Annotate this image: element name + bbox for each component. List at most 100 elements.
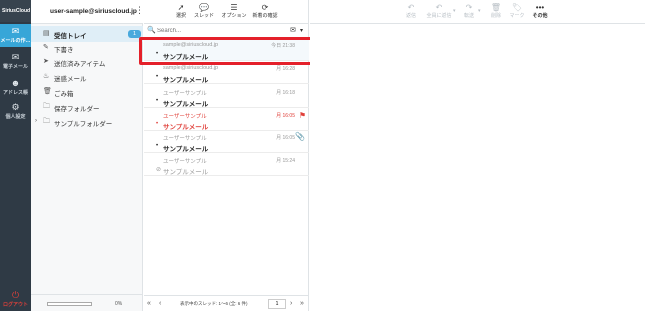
nav-item-contacts[interactable]: ☻ アドレス帳 <box>0 76 31 99</box>
contacts-icon: ☻ <box>10 78 21 88</box>
replied-icon: ⊘ <box>156 167 162 173</box>
power-icon: ⏻ <box>11 290 20 300</box>
message-from: ユーザーサンプル <box>163 114 207 120</box>
search-input[interactable] <box>157 26 257 36</box>
last-page-icon[interactable]: » <box>300 300 304 307</box>
reply-all-icon: ↶ <box>435 3 443 12</box>
thread-icon: 💬 <box>199 3 209 12</box>
folder-label: 保存フォルダー <box>54 106 100 113</box>
message-date: 月 15:24 <box>276 158 295 164</box>
nav-label: 個人設定 <box>5 114 26 120</box>
chevron-down-icon[interactable]: ▾ <box>478 8 481 14</box>
list-toolbar: ➚ 選択 💬 スレッド ☰ オプション ⟳ 新着の確認 <box>144 0 309 24</box>
folder-label: 下書き <box>54 47 74 54</box>
chevron-right-icon[interactable]: › <box>35 118 37 124</box>
folder-archive[interactable]: 🗀 保存フォルダー <box>31 99 143 115</box>
prev-page-icon[interactable]: ‹ <box>159 300 161 307</box>
folder-label: 送信済みアイテム <box>54 61 106 68</box>
page-number-input[interactable] <box>268 299 286 309</box>
nav-rail: SiriusCloud ✉ メールの作… ✉ 電子メール ☻ アドレス帳 ⚙ 個… <box>0 0 31 311</box>
select-button[interactable]: ➚ 選択 <box>174 3 188 20</box>
message-date: 月 16:28 <box>276 66 295 72</box>
mark-button[interactable]: 🏷 マーク <box>509 3 525 20</box>
envelope-icon: ✉ <box>11 26 20 36</box>
quota-bar <box>47 302 92 306</box>
options-button[interactable]: ☰ オプション <box>219 3 249 20</box>
delete-button[interactable]: 🗑 削除 <box>488 3 504 20</box>
message-from: sample@siriuscloud.jp <box>163 42 219 48</box>
message-row[interactable]: ユーザーサンプル 月 16:05 ⚑ • サンプルメール <box>144 109 309 131</box>
toolbar-label: 削除 <box>490 13 501 19</box>
search-icon: 🔍 <box>147 27 156 34</box>
message-subject: サンプルメール <box>163 146 209 153</box>
quota-indicator: 0% <box>31 294 143 311</box>
kebab-icon[interactable]: ⋮ <box>135 6 144 15</box>
app-logo: SiriusCloud <box>0 0 31 22</box>
options-icon: ☰ <box>230 3 238 12</box>
toolbar-label: 新着の確認 <box>252 13 278 19</box>
first-page-icon[interactable]: « <box>147 300 151 307</box>
message-from: ユーザーサンプル <box>163 136 207 142</box>
quota-percent: 0% <box>115 301 123 307</box>
toolbar-label: 転送 <box>463 13 474 19</box>
nav-item-compose[interactable]: ✉ メールの作… <box>0 24 31 47</box>
cursor-icon: ➚ <box>177 3 185 12</box>
toolbar-label: マーク <box>509 13 525 19</box>
message-row[interactable]: ユーザーサンプル 月 16:05 📎 • サンプルメール <box>144 131 309 153</box>
pagination-bar: « ‹ 表示中のスレッド: 1～6 (全: 6 件) › » <box>144 295 309 311</box>
reply-button[interactable]: ↶ 返信 <box>403 3 419 20</box>
chevron-down-icon[interactable]: ▾ <box>300 27 303 34</box>
message-row[interactable]: ユーザーサンプル 月 15:24 ⊘ サンプルメール <box>144 154 309 176</box>
message-toolbar: ↶ 返信 ↶ 全員に返信 ▾ ↷ 転送 ▾ 🗑 削除 🏷 マーク ••• その他 <box>310 0 645 24</box>
folder-junk[interactable]: ♨ 迷惑メール <box>31 69 143 85</box>
account-email: user-sample@siriuscloud.jp <box>50 8 137 15</box>
unread-dot-icon: • <box>156 121 159 127</box>
chevron-down-icon[interactable]: ▾ <box>453 8 456 14</box>
thread-button[interactable]: 💬 スレッド <box>192 3 216 20</box>
message-row[interactable]: sample@siriuscloud.jp 月 16:28 • サンプルメール <box>144 62 309 84</box>
toolbar-label: 全員に返信 <box>426 13 452 19</box>
forward-icon: ↷ <box>465 3 473 12</box>
message-subject: サンプルメール <box>163 54 209 61</box>
more-button[interactable]: ••• その他 <box>530 3 550 20</box>
forward-button[interactable]: ↷ 転送 <box>461 3 477 20</box>
folder-trash[interactable]: 🗑 ごみ箱 <box>31 84 143 100</box>
message-from: ユーザーサンプル <box>163 159 207 165</box>
toolbar-label: オプション <box>221 13 247 19</box>
next-page-icon[interactable]: › <box>290 300 292 307</box>
envelope-filter-icon[interactable]: ✉ <box>290 26 296 34</box>
nav-item-settings[interactable]: ⚙ 個人設定 <box>0 100 31 123</box>
fire-icon: ♨ <box>43 73 50 80</box>
folder-sample[interactable]: › 🗀 サンプルフォルダー <box>31 114 143 130</box>
more-icon: ••• <box>535 3 545 12</box>
folder-label: 受信トレイ <box>54 33 87 40</box>
preview-pane: ↶ 返信 ↶ 全員に返信 ▾ ↷ 転送 ▾ 🗑 削除 🏷 マーク ••• その他 <box>310 0 645 311</box>
nav-label: メールの作… <box>0 38 31 44</box>
reply-icon: ↶ <box>407 3 415 12</box>
folder-icon: 🗀 <box>43 103 50 110</box>
trash-icon: 🗑 <box>43 88 52 95</box>
pagination-text: 表示中のスレッド: 1～6 (全: 6 件) <box>180 301 248 306</box>
folder-label: ごみ箱 <box>54 91 74 98</box>
flag-icon[interactable]: ⚑ <box>299 111 306 120</box>
message-from: ユーザーサンプル <box>163 91 207 97</box>
folder-sent[interactable]: ➤ 送信済みアイテム <box>31 54 143 70</box>
message-row[interactable]: ユーザーサンプル 月 16:18 • サンプルメール <box>144 86 309 108</box>
message-date: 月 16:05 <box>276 113 295 119</box>
tag-icon: 🏷 <box>511 3 523 12</box>
folder-label: 迷惑メール <box>54 76 87 83</box>
message-row[interactable]: sample@siriuscloud.jp 今日 21:38 • サンプルメール <box>144 39 309 61</box>
pencil-icon: ✎ <box>43 44 49 51</box>
unread-dot-icon: • <box>156 143 159 149</box>
nav-item-mail[interactable]: ✉ 電子メール <box>0 50 31 73</box>
refresh-button[interactable]: ⟳ 新着の確認 <box>250 3 280 20</box>
message-date: 月 16:05 <box>276 135 295 141</box>
unread-dot-icon: • <box>156 51 159 57</box>
reply-all-button[interactable]: ↶ 全員に返信 <box>426 3 452 20</box>
toolbar-label: スレッド <box>193 13 214 19</box>
message-subject: サンプルメール <box>163 101 209 108</box>
folder-label: サンプルフォルダー <box>54 121 113 128</box>
logout-button[interactable]: ⏻ ログアウト <box>0 288 31 311</box>
nav-label: アドレス帳 <box>2 90 28 96</box>
mail-icon: ✉ <box>11 52 20 62</box>
